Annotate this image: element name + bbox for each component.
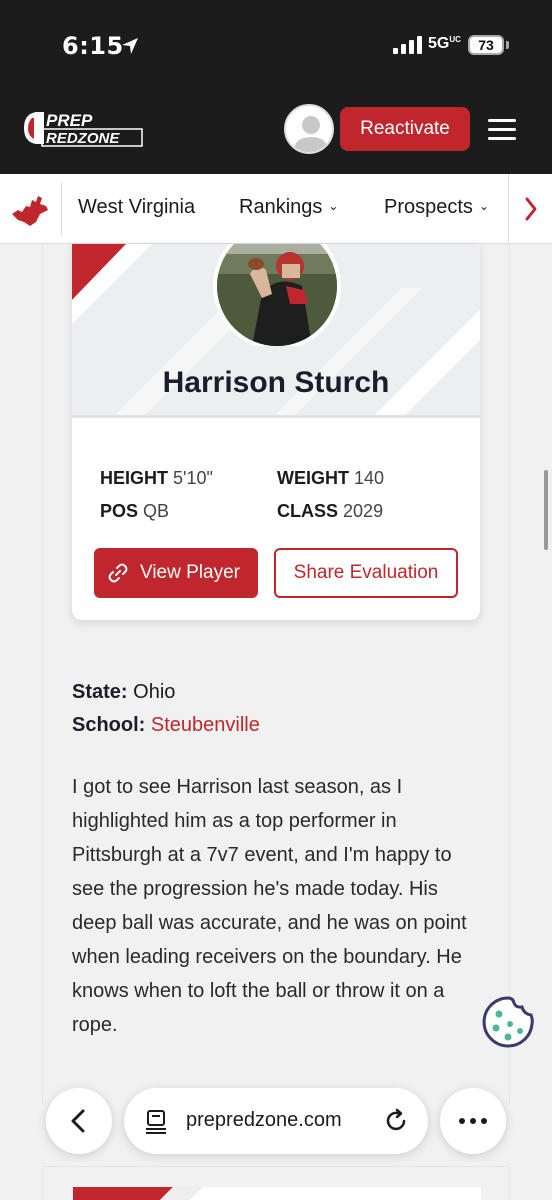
- url-text: prepredzone.com: [186, 1109, 342, 1131]
- more-icon: [459, 1118, 487, 1124]
- location-arrow-icon: [122, 38, 138, 54]
- player-name: Harrison Sturch: [162, 366, 390, 399]
- next-player-card: [73, 1187, 481, 1200]
- nav-scroll-right[interactable]: [508, 174, 552, 244]
- west-virginia-icon[interactable]: [10, 192, 50, 228]
- stat-weight: WEIGHT 140: [277, 468, 385, 488]
- network-label: 5GUC: [428, 35, 461, 52]
- battery-icon: 73: [468, 35, 504, 55]
- state-detail: State: Ohio: [72, 681, 176, 703]
- view-player-button[interactable]: View Player: [94, 548, 258, 598]
- nav-prospects-label: Prospects: [384, 196, 473, 218]
- chevron-down-icon: ⌄: [328, 199, 339, 213]
- link-icon: [108, 563, 128, 583]
- stat-class: CLASS 2029: [277, 501, 384, 521]
- reload-icon[interactable]: [384, 1108, 410, 1134]
- browser-back-button[interactable]: [46, 1088, 112, 1154]
- app-header: PREP REDZONE Reactivate: [0, 92, 552, 174]
- reader-icon[interactable]: [144, 1108, 170, 1134]
- svg-text:PREP: PREP: [46, 111, 93, 130]
- player-card: Harrison Sturch HEIGHT 5'10" WEIGHT 140 …: [72, 244, 480, 620]
- status-time: 6:15: [62, 32, 124, 60]
- nav-item-state[interactable]: West Virginia: [78, 196, 195, 219]
- user-placeholder-icon: [294, 116, 328, 152]
- address-bar[interactable]: prepredzone.com: [124, 1088, 428, 1154]
- battery-tip: [506, 41, 509, 49]
- hamburger-icon[interactable]: [488, 119, 516, 141]
- nav-item-rankings[interactable]: Rankings ⌄: [239, 196, 338, 219]
- player-card-header: Harrison Sturch: [72, 244, 480, 418]
- signal-icon: [393, 36, 422, 54]
- back-icon: [71, 1109, 85, 1133]
- card-stripes: [73, 1187, 203, 1200]
- svg-text:REDZONE: REDZONE: [46, 130, 120, 147]
- status-bar: 6:15 5GUC 73: [0, 0, 552, 92]
- cookie-icon[interactable]: [480, 994, 536, 1050]
- nav-rankings-label: Rankings: [239, 196, 323, 218]
- school-link[interactable]: Steubenville: [151, 714, 260, 736]
- stat-position: POS QB: [100, 501, 170, 521]
- reactivate-button[interactable]: Reactivate: [340, 107, 470, 151]
- next-article-card: [42, 1166, 510, 1200]
- player-photo: [213, 244, 341, 346]
- chevron-right-icon: [525, 197, 537, 221]
- share-evaluation-button[interactable]: Share Evaluation: [274, 548, 458, 598]
- school-detail: School: Steubenville: [72, 714, 260, 736]
- evaluation-text: I got to see Harrison last season, as I …: [72, 776, 467, 1036]
- nav-item-prospects[interactable]: Prospects ⌄: [384, 196, 489, 219]
- scrollbar[interactable]: [544, 470, 548, 550]
- prep-redzone-logo[interactable]: PREP REDZONE: [22, 108, 144, 148]
- stat-height: HEIGHT 5'10": [100, 468, 213, 488]
- state-nav: West Virginia Rankings ⌄ Prospects ⌄: [0, 174, 552, 244]
- nav-divider: [61, 182, 62, 236]
- browser-more-button[interactable]: [440, 1088, 506, 1154]
- chevron-down-icon: ⌄: [478, 199, 489, 213]
- avatar[interactable]: [284, 104, 334, 154]
